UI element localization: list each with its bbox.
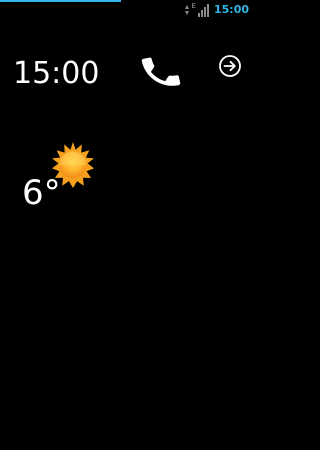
data-activity-icon (184, 3, 190, 17)
status-icons: E 15:00 (184, 2, 249, 18)
temperature-label: 6° (22, 173, 61, 213)
lockscreen-clock: 15:00 (13, 56, 100, 91)
phone-icon[interactable] (139, 50, 183, 94)
status-bar: E 15:00 (0, 0, 253, 20)
arrow-right-circle-icon[interactable] (217, 53, 243, 79)
network-type-label: E (191, 2, 196, 10)
signal-strength-icon (197, 3, 210, 17)
status-bar-time: 15:00 (213, 3, 249, 16)
